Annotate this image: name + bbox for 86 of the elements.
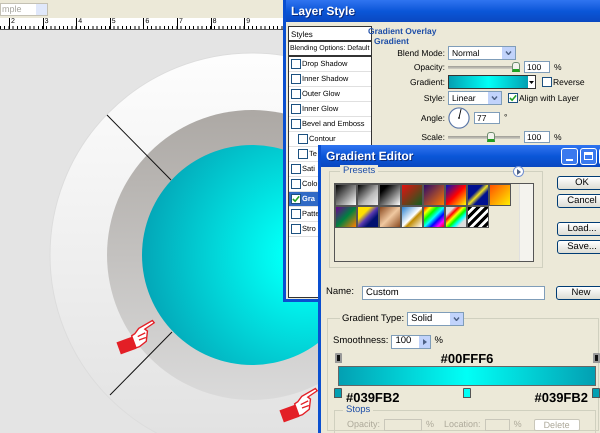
checkbox-label: Align with Layer [519, 92, 580, 104]
dropdown-button[interactable] [528, 76, 535, 88]
field-label: Style: [422, 92, 446, 104]
gradient-preset-swatch[interactable] [489, 184, 511, 206]
field-label: Location: [444, 418, 481, 432]
dropdown[interactable]: Solid [407, 312, 464, 326]
dropdown[interactable]: Normal [448, 46, 516, 60]
angle-input[interactable]: 77 [474, 112, 500, 124]
gradient-preset-swatch[interactable] [445, 184, 467, 206]
chevron-down-icon [505, 51, 512, 55]
dialog-button[interactable]: Cancel [557, 194, 600, 208]
unit-label: % [434, 334, 443, 348]
gradient-preset-swatch[interactable] [467, 206, 489, 228]
scrollbar[interactable] [519, 184, 533, 261]
checkbox[interactable] [291, 89, 301, 99]
angle-dial-icon[interactable] [448, 107, 470, 129]
stop-opacity-input[interactable] [384, 419, 422, 431]
checkbox[interactable] [291, 209, 301, 219]
gradient-preset-swatch[interactable] [335, 206, 357, 228]
arrow-button[interactable] [419, 336, 430, 348]
stop-location-input[interactable] [484, 419, 510, 431]
color-stop[interactable] [592, 388, 600, 398]
triangle-right-icon [516, 168, 520, 174]
field-label: Gradient: [409, 76, 446, 88]
gradient-preset-swatch[interactable] [379, 206, 401, 228]
opacity-stop[interactable] [334, 353, 342, 363]
stop-color-label: #039FB2 [346, 391, 400, 404]
slider-thumb[interactable] [512, 62, 520, 72]
gradient-preset-swatch[interactable] [445, 206, 467, 228]
gradient-preset-swatch[interactable] [401, 206, 423, 228]
chevron-down-icon [453, 317, 460, 321]
checkbox[interactable] [291, 104, 301, 114]
dialog-button[interactable]: Save... [557, 240, 600, 254]
triangle-down-icon [529, 80, 534, 84]
checkbox[interactable] [291, 164, 301, 174]
gradient-preset-swatch[interactable] [467, 184, 489, 206]
gradient-preset-swatch[interactable] [401, 184, 423, 206]
checkbox[interactable] [298, 149, 308, 159]
dialog-button[interactable]: OK [557, 176, 600, 190]
window-title: Layer Style [291, 3, 356, 20]
gradient-preset-swatch[interactable] [423, 184, 445, 206]
checkbox[interactable] [291, 179, 301, 189]
checkbox-label: Reverse [553, 76, 585, 88]
unit-label: % [554, 130, 562, 144]
unit-label: % [554, 60, 562, 74]
minimize-button[interactable] [561, 148, 578, 164]
gradient-preset-swatch[interactable] [335, 184, 357, 206]
gradient-preset-swatch[interactable] [423, 206, 445, 228]
menu-arrow-button[interactable] [513, 166, 524, 177]
unit-label: ° [504, 111, 508, 124]
field-label: Opacity: [347, 418, 380, 432]
color-stop[interactable] [334, 388, 342, 398]
gradient-picker[interactable] [448, 75, 536, 89]
gradient-preset-swatch[interactable] [357, 206, 379, 228]
checkbox[interactable] [291, 74, 301, 84]
checkbox[interactable] [542, 77, 552, 87]
maximize-button[interactable] [580, 148, 597, 164]
group-legend: Stops [343, 404, 374, 416]
triangle-right-icon [422, 338, 427, 344]
checkbox[interactable] [291, 194, 301, 204]
checkbox[interactable] [291, 224, 301, 234]
name-input[interactable]: Custom [362, 286, 545, 300]
opacity-input[interactable]: 100 [524, 61, 550, 73]
checkbox[interactable] [298, 134, 308, 144]
chevron-down-icon [491, 96, 498, 100]
slider-thumb[interactable] [487, 132, 496, 142]
color-stop[interactable] [463, 388, 471, 398]
gradient-preset-swatch[interactable] [379, 184, 401, 206]
field-label: Opacity: [412, 60, 446, 74]
checkbox[interactable] [508, 93, 518, 103]
new-button[interactable]: New [556, 286, 600, 300]
opacity-stop[interactable] [592, 353, 600, 363]
field-label: Scale: [420, 130, 446, 144]
checkbox[interactable] [291, 59, 301, 69]
checkbox[interactable] [291, 119, 301, 129]
scale-input[interactable]: 100 [524, 131, 550, 143]
stop-color-label: #039FB2 [534, 391, 588, 404]
stop-color-label: #00FFF6 [440, 352, 494, 365]
gradient-preset-swatch[interactable] [357, 184, 379, 206]
field-label: Name: [326, 285, 354, 300]
unit-label: % [514, 418, 522, 432]
dropdown[interactable]: Linear [448, 91, 502, 105]
unit-label: % [426, 418, 434, 432]
field-label: Smoothness: [333, 334, 388, 348]
dialog-button[interactable]: Load... [557, 222, 600, 236]
smoothness-input[interactable]: 100 [391, 334, 432, 348]
